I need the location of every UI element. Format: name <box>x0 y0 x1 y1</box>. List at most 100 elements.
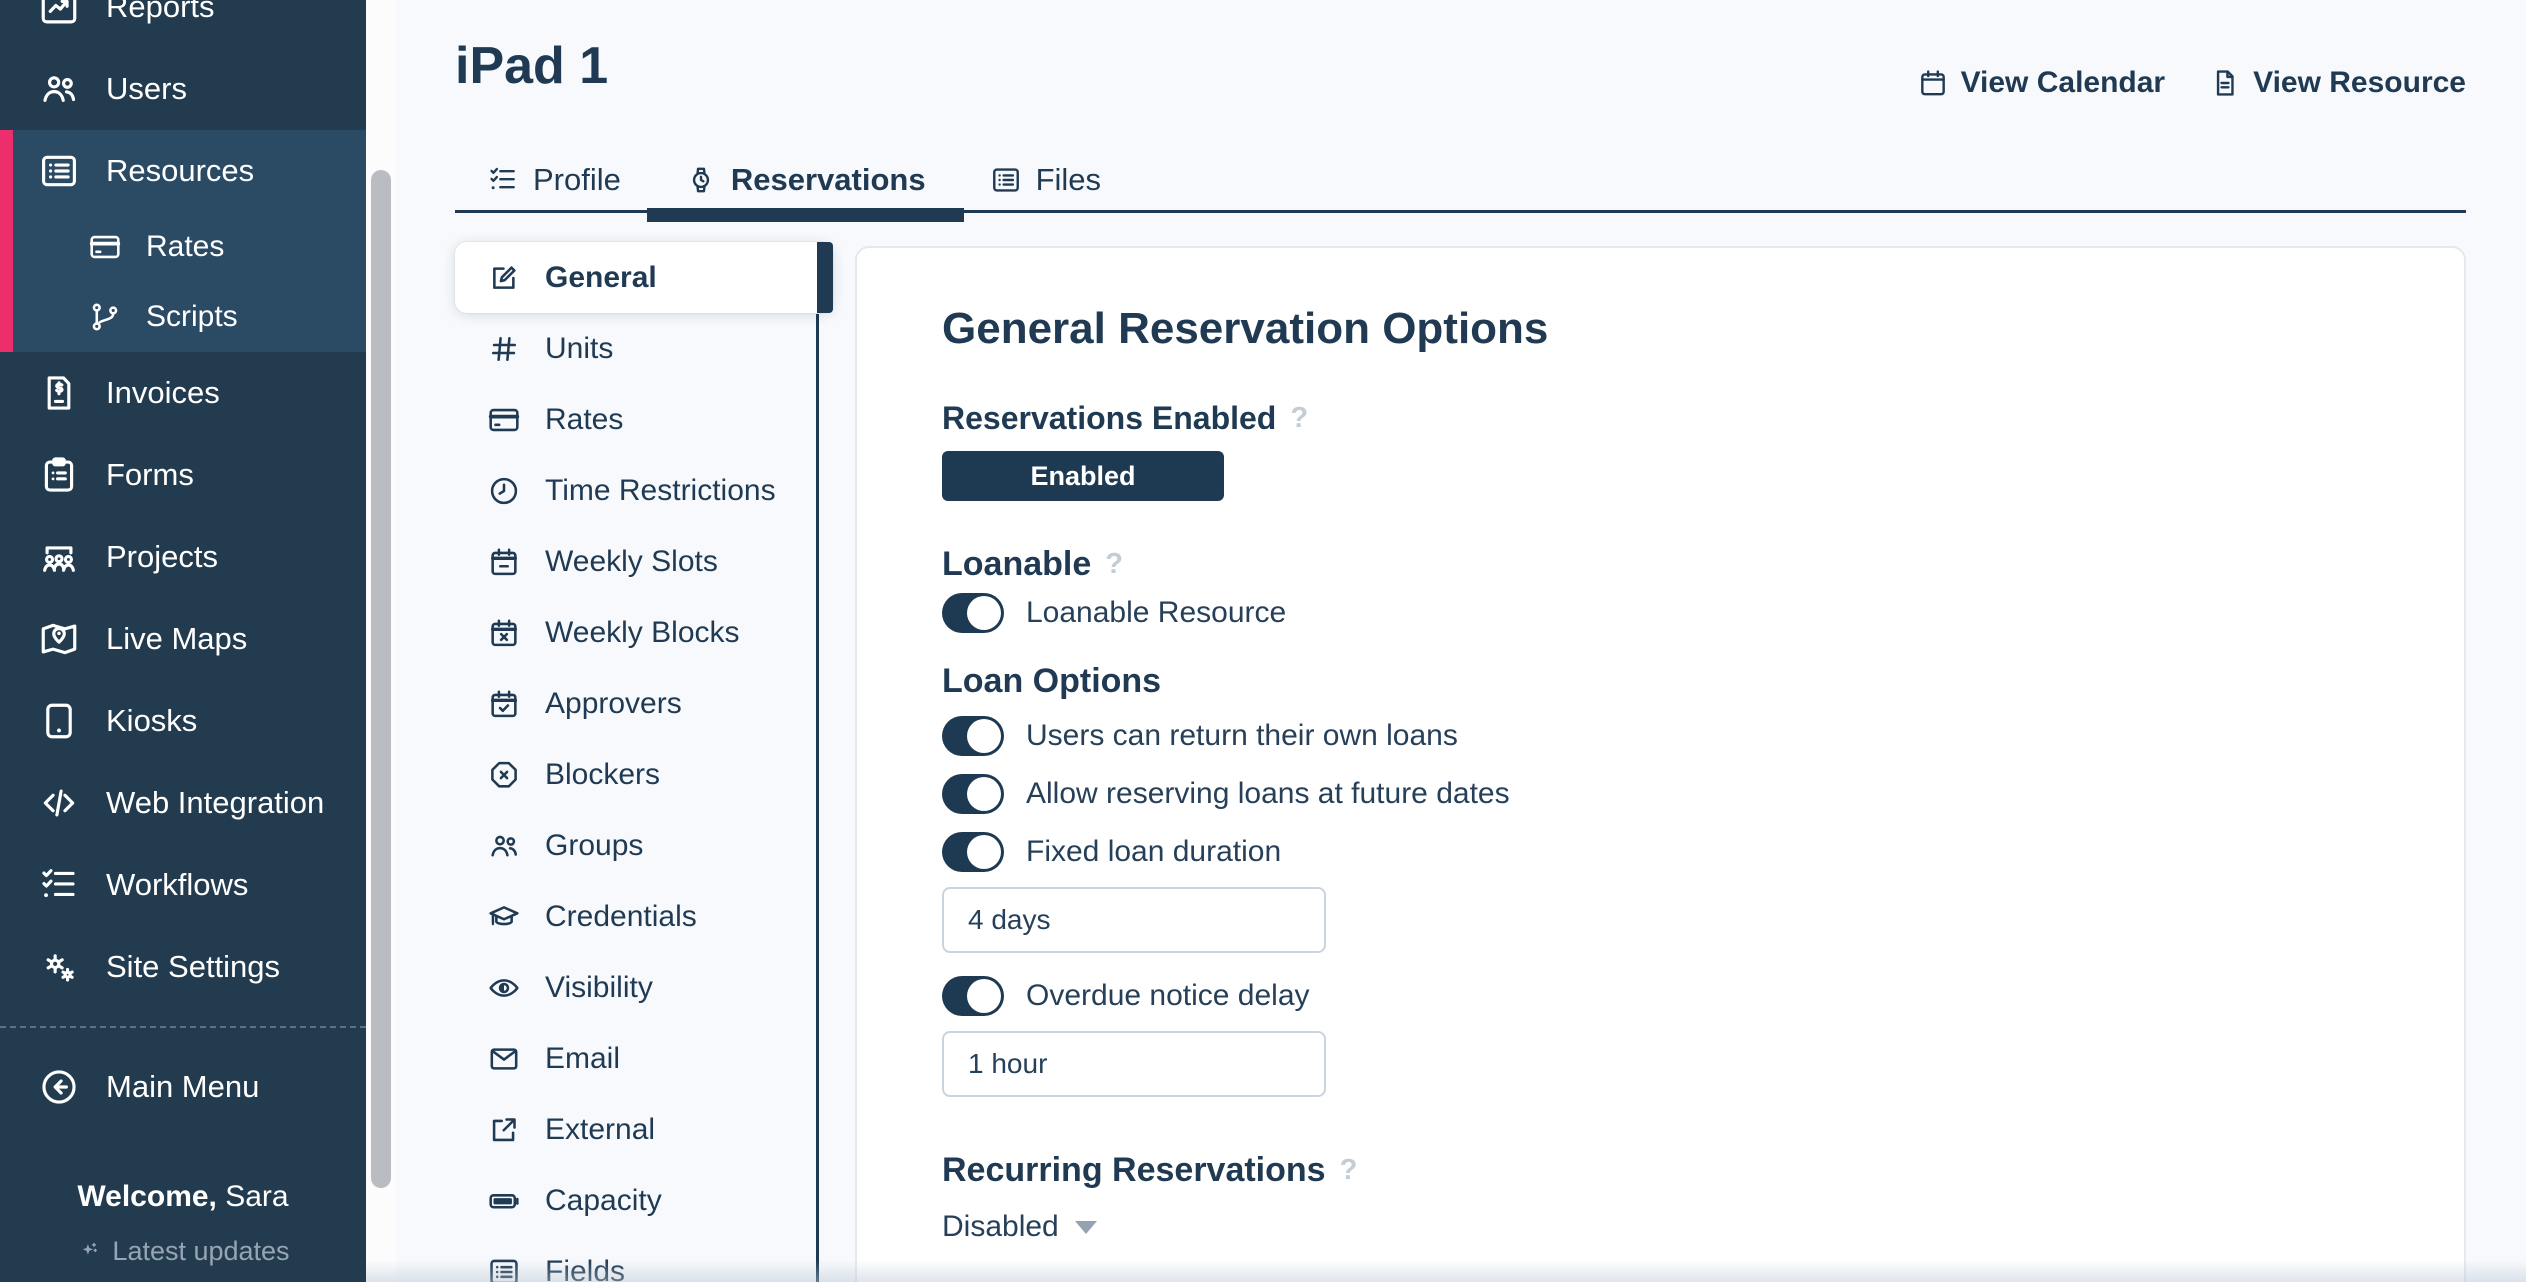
subnav-item[interactable]: Time Restrictions <box>455 455 817 526</box>
loanable-label-row: Loanable ? <box>942 545 2404 584</box>
eye-icon <box>487 971 521 1005</box>
fixed-duration-input[interactable] <box>942 887 1326 953</box>
reservations-enabled-label-row: Reservations Enabled ? <box>942 400 2404 437</box>
subnav-item[interactable]: External <box>455 1094 817 1165</box>
recurring-value: Disabled <box>942 1210 1059 1244</box>
loanable-toggle-row: Loanable Resource <box>942 590 2404 636</box>
subnav-item[interactable]: General <box>455 242 833 313</box>
gears-icon <box>38 946 80 988</box>
clock-icon <box>487 474 521 508</box>
subnav-item[interactable]: Approvers <box>455 668 817 739</box>
sidebar-item-label: Workflows <box>106 867 248 903</box>
toggle-switch[interactable] <box>942 716 1004 756</box>
subnav-item-label: Credentials <box>545 900 697 934</box>
latest-updates-label: Latest updates <box>112 1236 289 1267</box>
sparkle-icon <box>76 1239 102 1265</box>
tab[interactable]: Profile <box>455 150 653 210</box>
overdue-toggle-row: Overdue notice delay <box>942 973 2404 1019</box>
loanable-label: Loanable <box>942 545 1091 584</box>
watch-icon <box>685 164 717 196</box>
recurring-dropdown[interactable]: Disabled <box>942 1210 2404 1244</box>
sidebar-nav: Reports Users Resources Rates Scripts In… <box>0 0 366 1008</box>
recurring-label-row: Recurring Reservations ? <box>942 1151 2404 1190</box>
toggle-row: Allow reserving loans at future dates <box>942 771 2404 817</box>
sidebar-item[interactable]: Projects <box>0 516 366 598</box>
toggle-row: Fixed loan duration <box>942 829 2404 875</box>
tab-bar: Profile Reservations Files <box>455 150 1133 210</box>
subnav-item[interactable]: Visibility <box>455 952 817 1023</box>
subnav-item[interactable]: Weekly Blocks <box>455 597 817 668</box>
chart-icon <box>38 0 80 28</box>
code-icon <box>38 782 80 824</box>
sidebar-item[interactable]: Users <box>0 48 366 130</box>
reservations-enabled-button[interactable]: Enabled <box>942 451 1224 501</box>
sidebar-item[interactable]: Invoices <box>0 352 366 434</box>
tab[interactable]: Reservations <box>653 150 958 210</box>
sidebar-item[interactable]: Reports <box>0 0 366 48</box>
sidebar-item[interactable]: Scripts <box>0 282 366 352</box>
document-icon <box>2209 67 2241 99</box>
overdue-toggle-label: Overdue notice delay <box>1026 979 1310 1013</box>
sidebar-scrollbar[interactable] <box>366 0 396 1282</box>
subnav-item[interactable]: Credentials <box>455 881 817 952</box>
sidebar-item[interactable]: Live Maps <box>0 598 366 680</box>
tab-label: Files <box>1036 162 1101 198</box>
sidebar-item-label: Invoices <box>106 375 220 411</box>
octagonx-icon <box>487 758 521 792</box>
loanable-toggle-label: Loanable Resource <box>1026 596 1286 630</box>
subnav-item-label: Time Restrictions <box>545 474 776 508</box>
subnav-item[interactable]: Units <box>455 313 817 384</box>
arrowleftcircle-icon <box>38 1066 80 1108</box>
external-icon <box>487 1113 521 1147</box>
invoice-icon <box>38 372 80 414</box>
subnav-item[interactable]: Capacity <box>455 1165 817 1236</box>
listbox-icon <box>38 150 80 192</box>
subnav-item[interactable]: Groups <box>455 810 817 881</box>
battery-icon <box>487 1184 521 1218</box>
loanable-toggle[interactable] <box>942 593 1004 633</box>
overdue-delay-input[interactable] <box>942 1031 1326 1097</box>
sidebar-item[interactable]: Resources <box>0 130 366 212</box>
tab[interactable]: Files <box>958 150 1133 210</box>
app-screen: Reports Users Resources Rates Scripts In… <box>0 0 2526 1282</box>
subnav-item[interactable]: Fields <box>455 1236 817 1282</box>
sidebar-item[interactable]: Rates <box>0 212 366 282</box>
sidebar-item-main-menu[interactable]: Main Menu <box>0 1046 366 1128</box>
checklist-icon <box>38 864 80 906</box>
sidebar-item[interactable]: Web Integration <box>0 762 366 844</box>
help-icon[interactable]: ? <box>1340 1154 1358 1187</box>
sidebar-item-label: Scripts <box>146 300 238 334</box>
subnav-item-label: Visibility <box>545 971 653 1005</box>
header-action-button[interactable]: View Resource <box>2209 66 2466 100</box>
overdue-toggle[interactable] <box>942 976 1004 1016</box>
caret-down-icon <box>1075 1221 1097 1234</box>
tab-label: Reservations <box>731 162 926 198</box>
sidebar-item-label: Kiosks <box>106 703 197 739</box>
gradcap-icon <box>487 900 521 934</box>
section-heading: General Reservation Options <box>942 304 2404 354</box>
subnav-item[interactable]: Blockers <box>455 739 817 810</box>
subnav-item[interactable]: Rates <box>455 384 817 455</box>
toggle-switch[interactable] <box>942 774 1004 814</box>
header-action-button[interactable]: View Calendar <box>1917 66 2166 100</box>
scrollbar-thumb[interactable] <box>371 170 391 1188</box>
sidebar-item[interactable]: Site Settings <box>0 926 366 1008</box>
main-menu-label: Main Menu <box>106 1069 259 1105</box>
sidebar-item[interactable]: Kiosks <box>0 680 366 762</box>
subnav-item-label: Rates <box>545 403 623 437</box>
help-icon[interactable]: ? <box>1290 402 1308 435</box>
page-title: iPad 1 <box>455 38 608 95</box>
clipboard-icon <box>38 454 80 496</box>
toggle-switch[interactable] <box>942 832 1004 872</box>
subnav-item[interactable]: Weekly Slots <box>455 526 817 597</box>
latest-updates-link[interactable]: Latest updates <box>0 1236 366 1267</box>
creditcard-icon <box>88 230 122 264</box>
sidebar-item[interactable]: Forms <box>0 434 366 516</box>
subnav-item-label: Weekly Slots <box>545 545 718 579</box>
sidebar-item-label: Live Maps <box>106 621 247 657</box>
help-icon[interactable]: ? <box>1105 548 1123 581</box>
sidebar-item[interactable]: Workflows <box>0 844 366 926</box>
sidebar-item-label: Projects <box>106 539 218 575</box>
page-header: iPad 1 View Calendar View Resource <box>455 38 2466 100</box>
subnav-item[interactable]: Email <box>455 1023 817 1094</box>
